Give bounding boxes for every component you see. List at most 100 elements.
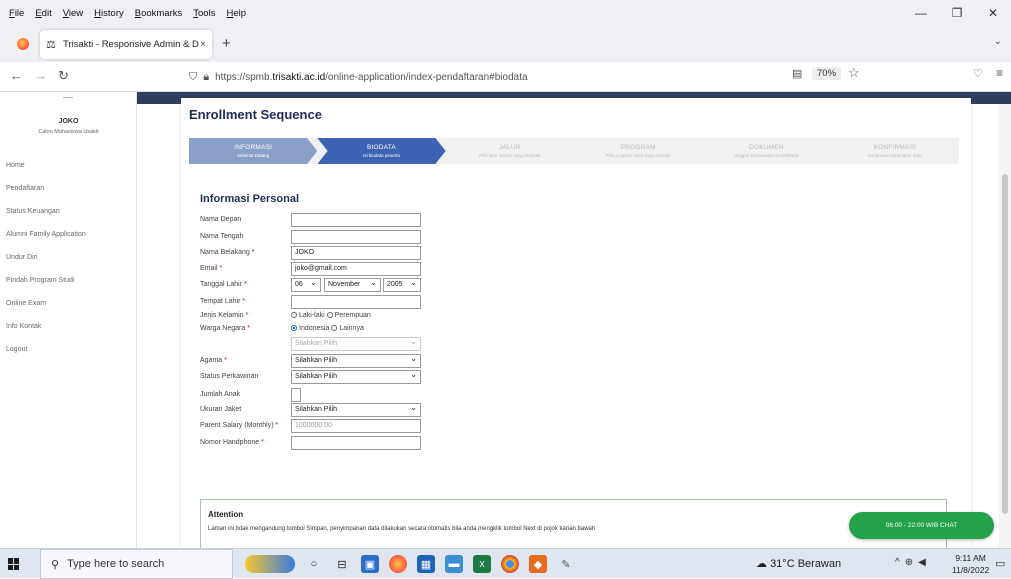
file-explorer-icon[interactable]: ▬ <box>445 555 463 573</box>
citizenship-indonesia-radio[interactable] <box>291 325 297 331</box>
scrollbar-thumb[interactable] <box>1002 174 1008 514</box>
step-dokumen[interactable]: DOKUMEN Unggah persyaratan pendaftaran <box>702 138 831 164</box>
step-title: INFORMASI <box>234 144 273 151</box>
sidebar-item-pendaftaran[interactable]: Pendaftaran <box>6 185 44 192</box>
search-placeholder: Type here to search <box>67 558 165 570</box>
zoom-level[interactable]: 70% <box>812 67 842 80</box>
form-row-status-perkawinan: Status Perkawinan Silahkan Pilih <box>200 369 421 384</box>
store-icon[interactable]: ▣ <box>361 555 379 573</box>
firefox-icon[interactable] <box>17 38 29 50</box>
country-select[interactable]: Silahkan Pilih <box>291 336 421 351</box>
step-subtitle: Pilih jalur seleksi yang diminati <box>479 153 541 158</box>
step-wizard: INFORMASI Selamat Datang BIODATA Isi bio… <box>189 138 959 164</box>
gender-male-radio[interactable] <box>291 312 297 318</box>
excel-icon[interactable]: X <box>473 555 491 573</box>
sidebar-item-undur-diri[interactable]: Undur Diri <box>6 254 38 261</box>
cortana-icon[interactable] <box>245 555 295 573</box>
app-icon[interactable]: ◆ <box>529 555 547 573</box>
menu-view[interactable]: View <box>63 8 83 19</box>
menu-help[interactable]: Help <box>226 8 246 19</box>
page-scrollbar[interactable] <box>999 104 1011 548</box>
browser-tab[interactable]: ⚖ Trisakti - Responsive Admin & D × <box>40 30 212 59</box>
menu-icon[interactable]: ≡ <box>996 66 1003 80</box>
form-row-ukuran-jaket: Ukuran Jaket Silahkan Pilih <box>200 402 421 417</box>
cloud-icon: ☁ <box>756 558 767 570</box>
menu-history[interactable]: History <box>94 8 124 19</box>
lock-icon[interactable]: 🔒︎ <box>203 71 209 84</box>
jumlah-anak-input[interactable] <box>291 387 301 402</box>
taskbar-clock[interactable]: 9:11 AM 11/8/2022 <box>952 552 989 576</box>
menu-tools[interactable]: Tools <box>193 8 215 19</box>
sidebar-item-online-exam[interactable]: Online Exam <box>6 300 46 307</box>
step-jalur[interactable]: JALUR Pilih jalur seleksi yang diminati <box>445 138 574 164</box>
nama-depan-input[interactable] <box>291 212 421 227</box>
step-subtitle: Unggah persyaratan pendaftaran <box>733 153 800 158</box>
attention-title: Attention <box>208 510 244 519</box>
widgets-icon[interactable]: ⊟ <box>333 555 351 573</box>
nama-belakang-input[interactable]: JOKO <box>291 245 421 260</box>
step-title: PROGRAM <box>620 144 656 151</box>
menu-file[interactable]: File <box>9 8 24 19</box>
sidebar-item-info-kontak[interactable]: Info Kontak <box>6 323 41 330</box>
reader-view-icon[interactable]: ▤ <box>792 67 802 80</box>
system-tray[interactable]: ^⊕◀ <box>895 557 931 568</box>
step-title: JALUR <box>499 144 521 151</box>
email-field[interactable]: joko@gmail.com <box>291 261 421 276</box>
sidebar-item-status-keuangan[interactable]: Status Keuangan <box>6 208 60 215</box>
birth-day-select[interactable]: 06 <box>291 277 321 292</box>
birth-month-select[interactable]: November <box>324 277 381 292</box>
calculator-icon[interactable]: ▦ <box>417 555 435 573</box>
parent-salary-input[interactable]: 1000000.00 <box>291 418 421 433</box>
windows-start-icon[interactable] <box>8 558 20 570</box>
notification-icon[interactable]: ▭ <box>995 557 1005 570</box>
sidebar-item-home[interactable]: Home <box>6 162 25 169</box>
form-row-tanggal-lahir: Tanggal Lahir * 06 November 2005 <box>200 277 421 292</box>
step-subtitle: Selamat Datang <box>237 153 270 158</box>
shield-icon[interactable]: ⛉ <box>189 71 197 84</box>
sidebar-item-alumni-family[interactable]: Alumni Family Application <box>6 231 86 238</box>
nomor-hp-input[interactable] <box>291 435 421 450</box>
url-text[interactable]: https://spmb.trisakti.ac.id/online-appli… <box>215 72 527 83</box>
tempat-lahir-input[interactable] <box>291 294 421 309</box>
agama-select[interactable]: Silahkan Pilih <box>291 353 421 368</box>
tab-title: Trisakti - Responsive Admin & D <box>63 39 199 50</box>
step-program[interactable]: PROGRAM Pilih program studi yang diminat… <box>573 138 703 164</box>
menu-bookmarks[interactable]: Bookmarks <box>135 8 183 19</box>
new-tab-button[interactable]: + <box>222 35 231 52</box>
status-perkawinan-select[interactable]: Silahkan Pilih <box>291 369 421 384</box>
attention-text: Laman ini tidak mengandung tombol Simpan… <box>208 526 596 532</box>
gender-female-radio[interactable] <box>326 312 333 318</box>
sidebar-item-logout[interactable]: Logout <box>6 346 27 353</box>
restore-icon[interactable]: ❐ <box>939 0 975 26</box>
reload-icon[interactable]: ↻ <box>58 68 69 84</box>
minimize-icon[interactable]: — <box>903 0 939 26</box>
sidebar-item-pindah-prodi[interactable]: Pindah Program Studi <box>6 277 74 284</box>
ukuran-jaket-select[interactable]: Silahkan Pilih <box>291 402 421 417</box>
paint-icon[interactable]: ✎ <box>557 555 575 573</box>
citizenship-indonesia-label: Indonesia <box>299 325 330 332</box>
menu-edit[interactable]: Edit <box>35 8 51 19</box>
firefox-taskbar-icon[interactable] <box>389 555 407 573</box>
nama-tengah-input[interactable] <box>291 229 421 244</box>
taskbar-search[interactable]: ⚲ Type here to search <box>40 549 233 579</box>
bookmark-star-icon[interactable]: ☆ <box>848 65 860 81</box>
step-informasi[interactable]: INFORMASI Selamat Datang <box>189 138 318 164</box>
url-bar[interactable]: ⛉ 🔒︎ https://spmb.trisakti.ac.id/online-… <box>182 65 882 89</box>
gender-female-label: Perempuan <box>334 312 371 319</box>
form-row-agama: Agama * Silahkan Pilih <box>200 353 421 368</box>
tab-close-icon[interactable]: × <box>200 39 206 50</box>
citizenship-other-radio[interactable] <box>331 325 338 331</box>
step-biodata[interactable]: BIODATA Isi biodata peserta <box>317 138 446 164</box>
close-window-icon[interactable]: ✕ <box>975 0 1011 26</box>
chat-button[interactable]: 06:00 - 22:00 WIB CHAT <box>849 512 994 539</box>
pocket-icon[interactable]: ♡ <box>973 67 983 80</box>
weather-widget[interactable]: ☁ 31°C Berawan <box>756 557 841 570</box>
chevron-down-icon[interactable]: ⌄ <box>994 36 1002 47</box>
task-view-icon[interactable]: ○ <box>305 555 323 573</box>
birth-year-select[interactable]: 2005 <box>383 277 421 292</box>
step-konfirmasi[interactable]: KONFIRMASI Konfirmasi kebenaran data <box>830 138 959 164</box>
back-icon[interactable]: ← <box>10 68 23 83</box>
chrome-icon[interactable] <box>501 555 519 573</box>
clock-time: 9:11 AM <box>955 553 986 563</box>
forward-icon[interactable]: → <box>34 68 47 83</box>
